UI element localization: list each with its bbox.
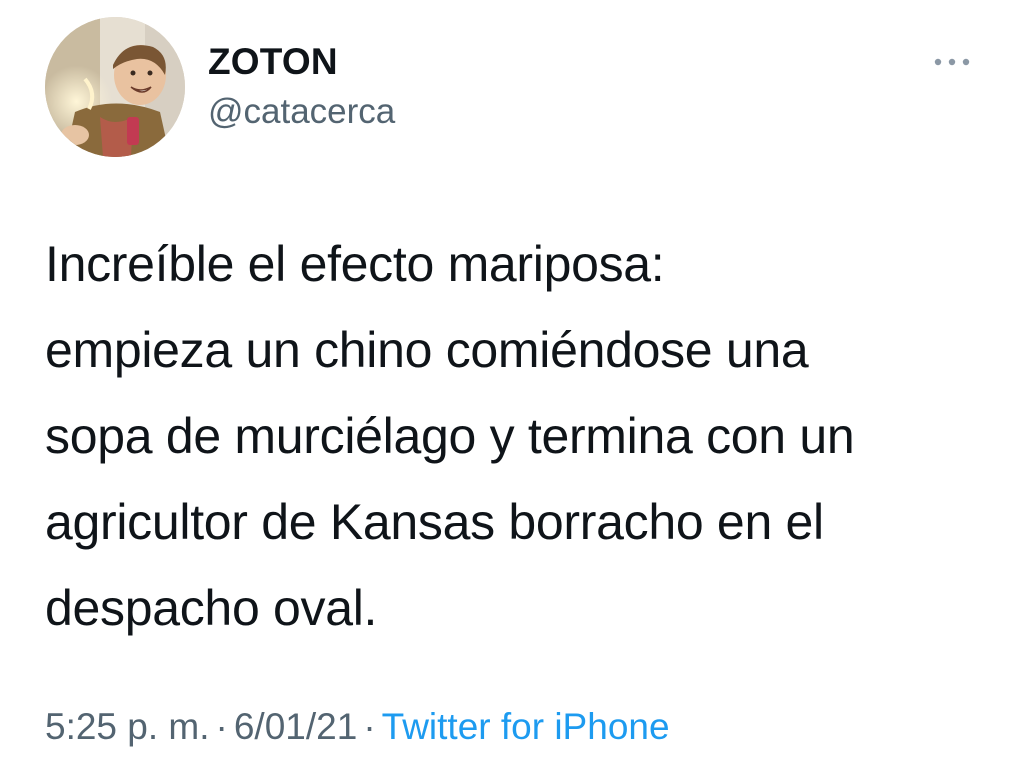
user-handle[interactable]: @catacerca	[208, 90, 395, 134]
meta-separator: ·	[363, 706, 376, 747]
avatar[interactable]	[45, 17, 185, 157]
more-horizontal-icon	[934, 58, 970, 66]
tweet-date[interactable]: 6/01/21	[234, 706, 357, 747]
display-name[interactable]: ZOTON	[208, 38, 338, 86]
tweet-meta: 5:25 p. m. · 6/01/21 · Twitter for iPhone	[45, 703, 670, 751]
tweet-source-link[interactable]: Twitter for iPhone	[382, 706, 670, 747]
tweet-card: ZOTON @catacerca Increíble el efecto mar…	[0, 0, 1024, 781]
avatar-image	[45, 17, 185, 157]
tweet-time[interactable]: 5:25 p. m.	[45, 706, 210, 747]
meta-separator: ·	[215, 706, 228, 747]
tweet-text: Increíble el efecto mariposa: empieza un…	[45, 236, 855, 636]
more-options-button[interactable]	[926, 48, 978, 76]
